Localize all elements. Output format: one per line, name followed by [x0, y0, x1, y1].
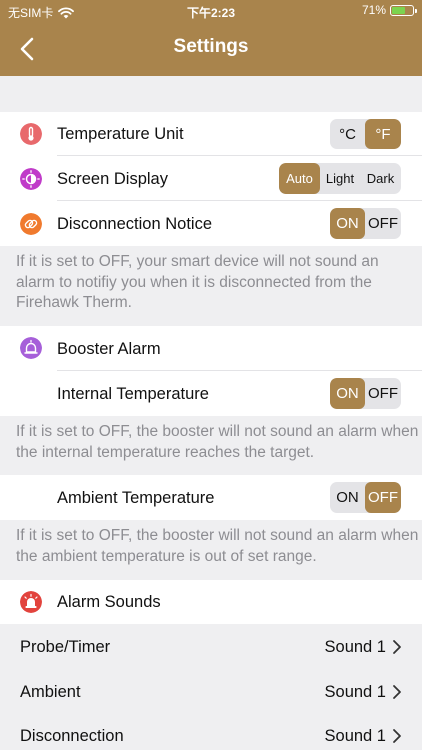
disconnection-sound-value: Sound 1 [324, 727, 386, 745]
status-time: 下午2:23 [186, 6, 236, 20]
display-dark-option[interactable]: Dark [360, 163, 401, 194]
ambient-sound-row[interactable]: Ambient Sound 1 [0, 669, 422, 714]
internal-on-option[interactable]: ON [330, 378, 365, 409]
probe-timer-sound-value: Sound 1 [324, 638, 386, 656]
disconnection-sound-row[interactable]: Disconnection Sound 1 [0, 714, 422, 750]
booster-alarm-header: Booster Alarm [0, 326, 422, 371]
disconnection-label: Disconnection [20, 727, 124, 745]
ambient-on-option[interactable]: ON [330, 482, 365, 513]
internal-temperature-description: If it is set to OFF, the booster will no… [16, 423, 419, 461]
ambient-off-option[interactable]: OFF [365, 482, 401, 513]
chevron-right-icon [393, 640, 401, 654]
ambient-label: Ambient [20, 683, 81, 701]
thermometer-icon [20, 123, 42, 145]
temperature-unit-row: Temperature Unit °C °F [0, 112, 422, 156]
alarm-sounds-header: Alarm Sounds [0, 580, 422, 624]
display-light-option[interactable]: Light [320, 163, 360, 194]
booster-alarm-label: Booster Alarm [57, 340, 161, 358]
status-bar: 无SIM卡 下午2:23 71% [0, 0, 422, 22]
alarm-sounds-label: Alarm Sounds [57, 593, 161, 611]
page-title: Settings [173, 36, 249, 57]
display-auto-option[interactable]: Auto [279, 163, 320, 194]
screen-display-icon [20, 168, 42, 190]
nav-bar: Settings [0, 22, 422, 76]
screen-display-row: Screen Display Auto Light Dark [0, 156, 422, 201]
disconnection-notice-toggle[interactable]: ON OFF [330, 208, 401, 239]
ambient-sound-value: Sound 1 [324, 683, 386, 701]
internal-temperature-row: Internal Temperature ON OFF [0, 371, 422, 416]
disconnection-notice-label: Disconnection Notice [57, 215, 212, 233]
internal-temperature-toggle[interactable]: ON OFF [330, 378, 401, 409]
screen-display-segmented-control[interactable]: Auto Light Dark [279, 163, 401, 194]
disconnection-off-option[interactable]: OFF [365, 208, 401, 239]
battery-percent: 71% [361, 3, 386, 17]
disconnection-notice-row: Disconnection Notice ON OFF [0, 201, 422, 246]
chevron-right-icon [393, 685, 401, 699]
siren-icon [20, 591, 42, 613]
battery-icon [390, 4, 417, 16]
link-icon [20, 213, 42, 235]
ambient-temperature-toggle[interactable]: ON OFF [330, 482, 401, 513]
booster-alarm-icon [20, 337, 42, 359]
ambient-temperature-description: If it is set to OFF, the booster will no… [16, 527, 419, 565]
disconnection-notice-description: If it is set to OFF, your smart device w… [16, 253, 379, 311]
chevron-right-icon [393, 729, 401, 743]
internal-temperature-label: Internal Temperature [57, 385, 209, 403]
temperature-unit-segmented-control[interactable]: °C °F [330, 119, 401, 149]
disconnection-on-option[interactable]: ON [330, 208, 365, 239]
temperature-unit-label: Temperature Unit [57, 125, 184, 143]
probe-timer-label: Probe/Timer [20, 638, 111, 656]
ambient-temperature-label: Ambient Temperature [57, 489, 215, 507]
ambient-temperature-row: Ambient Temperature ON OFF [0, 475, 422, 520]
unit-fahrenheit-option[interactable]: °F [365, 119, 401, 149]
unit-celsius-option[interactable]: °C [330, 119, 365, 149]
probe-timer-sound-row[interactable]: Probe/Timer Sound 1 [0, 624, 422, 669]
screen-display-label: Screen Display [57, 170, 168, 188]
internal-off-option[interactable]: OFF [365, 378, 401, 409]
